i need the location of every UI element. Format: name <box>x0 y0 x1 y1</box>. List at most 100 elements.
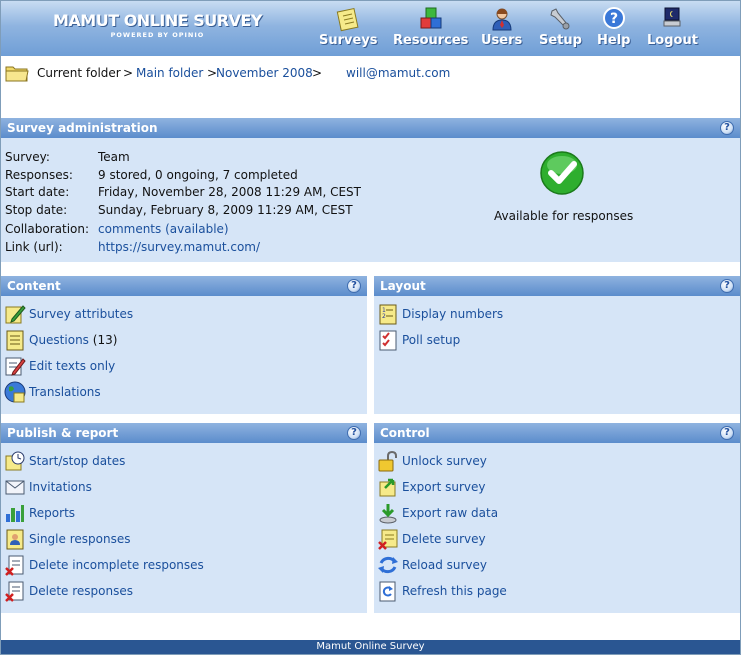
start-date-label: Start date: <box>5 185 70 199</box>
footer: Mamut Online Survey <box>1 640 740 654</box>
nav-logout-label: Logout <box>647 33 698 48</box>
stop-date-value: Sunday, February 8, 2009 11:29 AM, CEST <box>98 203 353 217</box>
poll-setup-label: Poll setup <box>402 333 461 347</box>
nav-setup[interactable]: Setup <box>539 6 582 48</box>
link-label: Link (url): <box>5 240 63 254</box>
stop-date-label: Stop date: <box>5 203 68 217</box>
refresh-page-icon <box>379 581 396 602</box>
content-title-text: Content <box>7 279 61 293</box>
edit-texts-label: Edit texts only <box>29 359 116 373</box>
delete-document-icon <box>5 555 24 576</box>
delete-notepad-icon <box>378 529 398 550</box>
help-button[interactable]: ? <box>720 426 734 440</box>
export-icon <box>379 478 396 497</box>
single-responses-label: Single responses <box>29 532 131 546</box>
help-button[interactable]: ? <box>347 279 361 293</box>
questions-label: Questions (13) <box>29 333 117 347</box>
folder-icon <box>5 66 29 82</box>
delete-responses-label: Delete responses <box>29 584 133 598</box>
publish-report-title: Publish & report ? <box>1 423 367 443</box>
survey-attributes-label: Survey attributes <box>29 307 134 321</box>
refresh-page-label: Refresh this page <box>402 584 507 598</box>
help-button[interactable]: ? <box>347 426 361 440</box>
layout-title: Layout ? <box>374 276 740 296</box>
collaboration-link[interactable]: comments (available) <box>98 222 229 236</box>
list-document-icon <box>6 330 24 351</box>
reports-label: Reports <box>29 506 76 520</box>
help-button[interactable]: ? <box>720 121 734 135</box>
control-panel: Control ? Unlock survey Export survey Ex… <box>374 423 740 613</box>
checkmark-icon <box>540 151 584 195</box>
main-nav: Surveys Resources Users Setup ? Help Log… <box>1 6 740 51</box>
responses-value: 9 stored, 0 ongoing, 7 completed <box>98 168 298 182</box>
clock-notepad-icon <box>5 451 25 471</box>
nav-logout[interactable]: Logout <box>647 6 698 48</box>
nav-help-label: Help <box>597 33 631 48</box>
nav-users-label: Users <box>481 33 523 48</box>
invitations-label: Invitations <box>29 480 92 494</box>
numbered-list-icon: 1 2 <box>379 304 397 325</box>
checklist-icon <box>379 330 397 351</box>
export-survey-label: Export survey <box>402 480 486 494</box>
notepad-icon <box>336 7 359 32</box>
publish-report-panel: Publish & report ? Start/stop dates Invi… <box>1 423 367 613</box>
layout-panel: Layout ? 1 2 Display numbers Poll setup <box>374 276 740 414</box>
unlock-survey-label: Unlock survey <box>402 454 487 468</box>
translations-label: Translations <box>29 385 101 399</box>
envelope-icon <box>5 480 25 495</box>
logout-icon <box>663 7 681 27</box>
help-button[interactable]: ? <box>720 279 734 293</box>
content-title: Content ? <box>1 276 367 296</box>
nav-surveys[interactable]: Surveys <box>319 6 378 48</box>
nav-help[interactable]: ? Help <box>597 6 630 48</box>
survey-admin-title: Survey administration ? <box>1 118 740 138</box>
download-icon <box>379 504 397 524</box>
delete-survey-label: Delete survey <box>402 532 486 546</box>
breadcrumb-prefix: Current folder <box>37 66 121 80</box>
nav-resources[interactable]: Resources <box>393 6 468 48</box>
svg-text:?: ? <box>610 11 618 27</box>
bar-chart-icon <box>6 505 24 522</box>
publish-report-title-text: Publish & report <box>7 426 119 440</box>
nav-resources-label: Resources <box>393 33 469 48</box>
content-panel: Content ? Survey attributes Questions (1… <box>1 276 367 414</box>
nav-surveys-label: Surveys <box>319 33 378 48</box>
globe-icon <box>4 381 26 403</box>
collaboration-label: Collaboration: <box>5 222 90 236</box>
nav-setup-label: Setup <box>539 33 582 48</box>
control-title-text: Control <box>380 426 430 440</box>
reload-icon <box>378 556 398 574</box>
survey-label: Survey: <box>5 150 50 164</box>
person-document-icon <box>6 529 24 550</box>
breadcrumb-sub-folder[interactable]: November 2008 <box>216 66 313 80</box>
delete-incomplete-label: Delete incomplete responses <box>29 558 204 572</box>
delete-document-icon <box>5 581 24 602</box>
svg-text:2: 2 <box>382 313 386 320</box>
wrench-icon <box>550 8 570 30</box>
survey-admin-title-text: Survey administration <box>7 121 158 135</box>
help-icon: ? <box>602 7 625 29</box>
start-stop-dates-label: Start/stop dates <box>29 454 126 468</box>
layout-title-text: Layout <box>380 279 426 293</box>
questions-text: Questions <box>29 333 89 347</box>
start-date-value: Friday, November 28, 2008 11:29 AM, CEST <box>98 185 361 199</box>
breadcrumb-sep: > <box>123 66 134 80</box>
user-icon <box>492 8 512 31</box>
nav-users[interactable]: Users <box>481 6 522 48</box>
header-bar: MAMUT ONLINE SURVEY POWERED BY OPINIO Su… <box>1 1 740 56</box>
breadcrumb-sep: > <box>312 66 323 80</box>
display-numbers-label: Display numbers <box>402 307 504 321</box>
unlock-icon <box>378 450 397 472</box>
survey-admin-panel: Survey administration ? Survey: Team Res… <box>1 118 740 262</box>
control-title: Control ? <box>374 423 740 443</box>
blocks-icon <box>420 7 442 29</box>
survey-value: Team <box>98 150 130 164</box>
responses-label: Responses: <box>5 168 73 182</box>
breadcrumb-user[interactable]: will@mamut.com <box>346 66 450 80</box>
pencil-notepad-icon <box>5 305 26 324</box>
reload-survey-label: Reload survey <box>402 558 488 572</box>
survey-url-link[interactable]: https://survey.mamut.com/ <box>98 240 260 254</box>
breadcrumb-main-folder[interactable]: Main folder <box>136 66 203 80</box>
status-text: Available for responses <box>494 209 634 223</box>
export-raw-data-label: Export raw data <box>402 506 499 520</box>
